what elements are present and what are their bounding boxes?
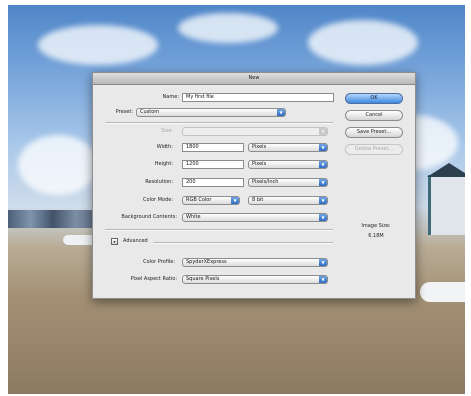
color-profile-select[interactable]: SpyderXExpress ▼	[182, 258, 328, 267]
bit-depth-value: 8 bit	[252, 197, 264, 203]
background-contents-select[interactable]: White ▼	[182, 213, 328, 222]
delete-preset-button[interactable]: Delete Preset...	[345, 144, 403, 155]
chevron-down-icon: ▼	[319, 197, 327, 204]
chevron-down-icon: ▼	[319, 214, 327, 221]
chevron-down-icon: ▼	[319, 259, 327, 266]
chevron-down-icon: ▼	[319, 128, 327, 135]
height-unit-select[interactable]: Pixels ▼	[248, 160, 328, 169]
advanced-disclosure-toggle[interactable]: ▾	[111, 238, 118, 245]
pixel-aspect-ratio-value: Square Pixels	[186, 276, 220, 282]
color-mode-value: RGB Color	[186, 197, 212, 203]
chevron-down-icon: ▼	[319, 144, 327, 151]
preset-value: Custom	[140, 109, 160, 115]
beach-huts	[8, 210, 98, 228]
resolution-unit-select[interactable]: Pixels/Inch ▼	[248, 178, 328, 187]
house	[427, 163, 465, 235]
advanced-label: Advanced	[123, 238, 148, 244]
size-label: Size:	[161, 128, 173, 134]
resolution-label: Resolution:	[145, 179, 173, 185]
pixel-aspect-ratio-select[interactable]: Square Pixels ▼	[182, 275, 328, 284]
dialog-title: New	[93, 73, 415, 85]
cancel-button[interactable]: Cancel	[345, 110, 403, 121]
background-contents-value: White	[186, 214, 201, 220]
color-mode-select[interactable]: RGB Color ▼	[182, 196, 240, 205]
chevron-down-icon: ▼	[231, 197, 239, 204]
color-profile-value: SpyderXExpress	[186, 259, 227, 265]
ok-button[interactable]: OK	[345, 93, 403, 104]
width-unit-select[interactable]: Pixels ▼	[248, 143, 328, 152]
height-unit-value: Pixels	[252, 161, 267, 167]
size-select[interactable]: ▼	[182, 127, 328, 136]
color-mode-label: Color Mode:	[143, 197, 173, 203]
background-contents-label: Background Contents:	[121, 214, 177, 220]
chevron-down-icon: ▼	[319, 161, 327, 168]
height-input[interactable]: 1200	[182, 160, 244, 169]
color-profile-label: Color Profile:	[143, 259, 175, 265]
new-document-dialog: New Name: My first file Preset: Custom ▼…	[92, 72, 416, 299]
bit-depth-select[interactable]: 8 bit ▼	[248, 196, 328, 205]
width-input[interactable]: 1800	[182, 143, 244, 152]
image-size-value: 6.18M	[368, 233, 384, 239]
preset-label: Preset:	[115, 109, 133, 115]
height-label: Height:	[154, 161, 173, 167]
name-label: Name:	[162, 94, 179, 100]
width-unit-value: Pixels	[252, 144, 267, 150]
divider	[105, 229, 333, 231]
name-input[interactable]: My first file	[182, 93, 334, 102]
preset-select[interactable]: Custom ▼	[136, 108, 286, 117]
resolution-input[interactable]: 200	[182, 178, 244, 187]
chevron-down-icon: ▼	[319, 276, 327, 283]
boat	[420, 282, 465, 302]
width-label: Width:	[156, 144, 173, 150]
pixel-aspect-ratio-label: Pixel Aspect Ratio:	[130, 276, 177, 282]
advanced-divider	[153, 242, 333, 244]
save-preset-button[interactable]: Save Preset...	[345, 127, 403, 138]
chevron-down-icon: ▼	[277, 109, 285, 116]
chevron-down-icon: ▼	[319, 179, 327, 186]
resolution-unit-value: Pixels/Inch	[252, 179, 279, 185]
divider	[105, 122, 333, 124]
image-size-label: Image Size:	[361, 223, 391, 229]
